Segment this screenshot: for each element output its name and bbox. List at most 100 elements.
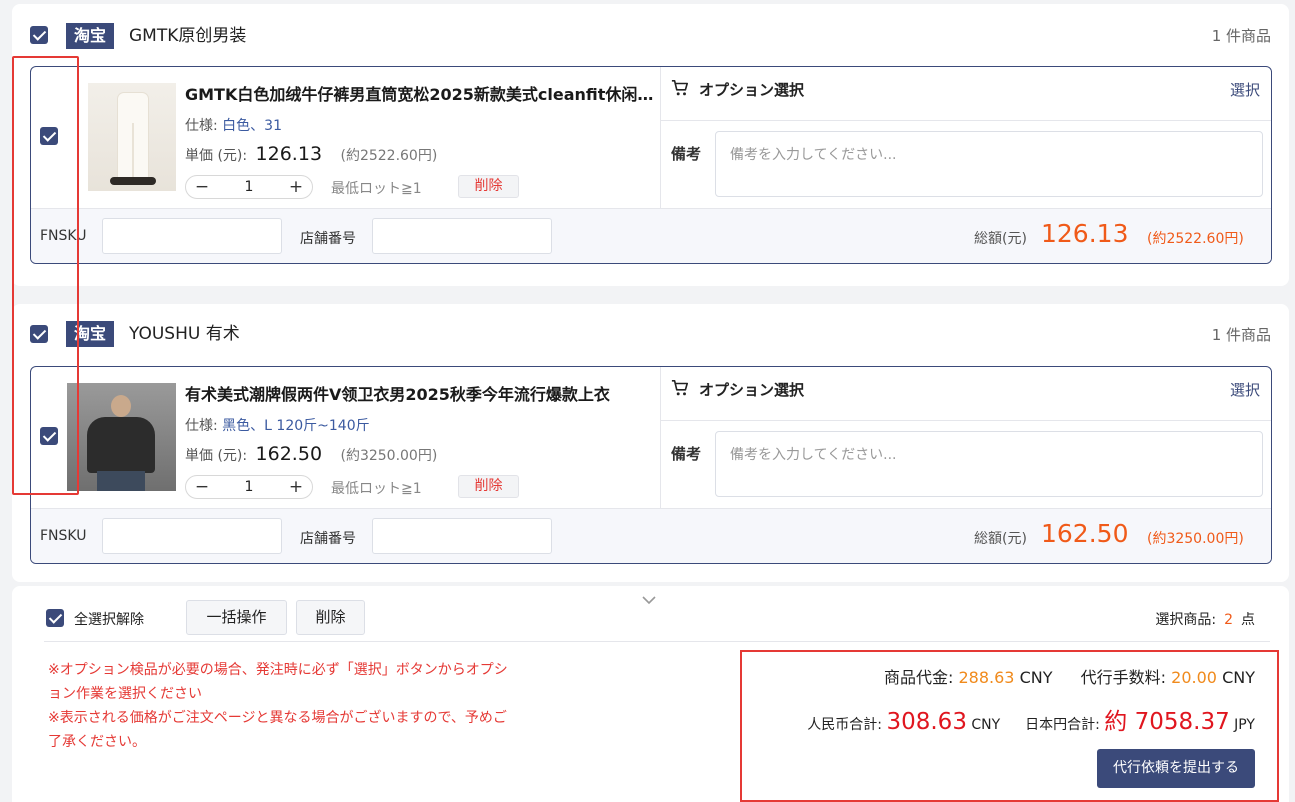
total-label: 総額(元) (974, 531, 1027, 547)
plus-icon[interactable]: + (284, 177, 308, 197)
store-number-label: 店舗番号 (300, 531, 356, 547)
store-number-input[interactable] (372, 518, 552, 554)
quantity-value[interactable]: 1 (226, 479, 272, 495)
selected-number: 2 (1224, 612, 1233, 628)
shop-checkbox[interactable] (30, 26, 48, 44)
cny-total-value: 308.63 (886, 709, 967, 735)
submit-order-button[interactable]: 代行依頼を提出する (1097, 749, 1255, 788)
cny-total-label: 人民币合計: (807, 717, 883, 733)
notice-line: ※表示される価格がご注文ページと異なる場合がございますので、予めご了承ください。 (48, 710, 507, 750)
option-select-link[interactable]: 選択 (1230, 379, 1260, 400)
goods-unit: CNY (1019, 668, 1053, 687)
spec-row: 仕様: 白色、31 (185, 115, 282, 135)
notice-line: ※オプション検品が必要の場合、発注時に必ず「選択」ボタンからオプション作業を選択… (48, 662, 508, 702)
divider (44, 641, 1270, 642)
summary-line-fees: 商品代金: 288.63 CNY 代行手数料: 20.00 CNY (884, 664, 1255, 688)
memo-input[interactable] (715, 131, 1263, 197)
goods-label: 商品代金: (883, 668, 954, 687)
cny-total-unit: CNY (971, 717, 1001, 733)
item-options: オプション選択 選択 備考 (660, 67, 1271, 208)
selected-count: 選択商品: 2 点 (1155, 609, 1255, 629)
fee-value: 20.00 (1171, 668, 1217, 687)
quantity-stepper: − 1 + (185, 475, 313, 499)
item-checkbox[interactable] (40, 427, 58, 445)
product-thumbnail[interactable] (67, 383, 176, 491)
spec-row: 仕様: 黑色、L 120斤~140斤 (185, 415, 370, 435)
platform-badge: 淘宝 (66, 23, 115, 49)
store-number-label: 店舗番号 (300, 231, 356, 247)
minus-icon[interactable]: − (190, 477, 214, 497)
fnsku-label: FNSKU (40, 228, 87, 244)
option-label: オプション選択 (699, 81, 805, 99)
total-value: 162.50 (1041, 519, 1129, 548)
jeans-image (97, 471, 145, 491)
cart-icon (671, 79, 689, 96)
item-count: 1 件商品 (1211, 27, 1271, 45)
select-all-checkbox[interactable] (46, 609, 64, 627)
item-checkbox[interactable] (40, 127, 58, 145)
memo-label: 備考 (671, 145, 702, 163)
jpy-total-value: 約 7058.37 (1104, 709, 1230, 735)
cart-icon (671, 379, 689, 396)
goods-value: 288.63 (958, 668, 1015, 687)
bulk-delete-button[interactable]: 削除 (296, 600, 365, 635)
shop-header: 淘宝 GMTK原创男装 1 件商品 (12, 4, 1289, 66)
selected-label: 選択商品: (1155, 612, 1217, 628)
fnsku-label: FNSKU (40, 528, 87, 544)
summary-line-totals: 人民币合計: 308.63 CNY 日本円合計: 約 7058.37 JPY (807, 702, 1255, 736)
notice-text: ※オプション検品が必要の場合、発注時に必ず「選択」ボタンからオプション作業を選択… (48, 658, 508, 754)
quantity-value[interactable]: 1 (226, 179, 272, 195)
pants-image (118, 93, 148, 181)
total-value: 126.13 (1041, 219, 1129, 248)
item-main: 有术美式潮牌假两件V领卫衣男2025秋季今年流行爆款上衣 仕様: 黑色、L 12… (31, 367, 660, 508)
product-title[interactable]: GMTK白色加绒牛仔裤男直筒宽松2025新款美式cleanfit休闲长裤 (185, 81, 655, 105)
item-count: 1 件商品 (1211, 326, 1271, 344)
item-options: オプション選択 選択 備考 (660, 367, 1271, 508)
total-label: 総額(元) (974, 231, 1027, 247)
item-main: GMTK白色加绒牛仔裤男直筒宽松2025新款美式cleanfit休闲长裤 仕様:… (31, 67, 660, 208)
price-row: 単価 (元): 126.13 (約2522.60円) (185, 143, 437, 165)
price-label: 単価 (元): (185, 148, 248, 164)
spec-value: 白色、31 (222, 118, 282, 134)
option-header: オプション選択 選択 (661, 367, 1271, 421)
order-summary: 商品代金: 288.63 CNY 代行手数料: 20.00 CNY 人民币合計:… (740, 650, 1279, 802)
option-select-link[interactable]: 選択 (1230, 79, 1260, 100)
product-title[interactable]: 有术美式潮牌假两件V领卫衣男2025秋季今年流行爆款上衣 (185, 381, 655, 405)
total-jpy: (約2522.60円) (1147, 231, 1244, 247)
bulk-action-button[interactable]: 一括操作 (186, 600, 287, 635)
shoes-image (110, 177, 156, 185)
item-bottom-bar: FNSKU 店舗番号 総額(元) 162.50 (約3250.00円) (31, 508, 1271, 563)
memo-label: 備考 (671, 445, 702, 463)
product-thumbnail[interactable] (88, 83, 176, 191)
cart-item: 有术美式潮牌假两件V领卫衣男2025秋季今年流行爆款上衣 仕様: 黑色、L 12… (30, 366, 1272, 564)
spec-label: 仕様: (185, 118, 218, 134)
delete-item-button[interactable]: 削除 (458, 175, 519, 198)
price-label: 単価 (元): (185, 448, 248, 464)
delete-item-button[interactable]: 削除 (458, 475, 519, 498)
memo-input[interactable] (715, 431, 1263, 497)
fee-unit: CNY (1222, 668, 1255, 687)
unit-price-jpy: (約2522.60円) (340, 148, 438, 164)
spec-value: 黑色、L 120斤~140斤 (222, 418, 370, 434)
sweatshirt-image (87, 417, 155, 473)
select-all-label[interactable]: 全選択解除 (74, 609, 144, 629)
total-jpy: (約3250.00円) (1147, 531, 1244, 547)
shop-name[interactable]: GMTK原创男装 (129, 23, 246, 49)
shop-name[interactable]: YOUSHU 有术 (129, 321, 240, 347)
unit-price: 126.13 (255, 143, 323, 165)
fee-label: 代行手数料: (1080, 668, 1167, 687)
option-header: オプション選択 選択 (661, 67, 1271, 121)
shop-header: 淘宝 YOUSHU 有术 1 件商品 (12, 304, 1289, 366)
platform-badge: 淘宝 (66, 321, 115, 347)
minus-icon[interactable]: − (190, 177, 214, 197)
fnsku-input[interactable] (102, 518, 282, 554)
fnsku-input[interactable] (102, 218, 282, 254)
spec-label: 仕様: (185, 418, 218, 434)
shop-checkbox[interactable] (30, 325, 48, 343)
min-lot: 最低ロット≧1 (331, 181, 422, 197)
quantity-stepper: − 1 + (185, 175, 313, 199)
checkout-footer: 全選択解除 一括操作 削除 選択商品: 2 点 ※オプション検品が必要の場合、発注時… (12, 586, 1289, 802)
store-number-input[interactable] (372, 218, 552, 254)
plus-icon[interactable]: + (284, 477, 308, 497)
chevron-down-icon[interactable] (641, 592, 657, 608)
